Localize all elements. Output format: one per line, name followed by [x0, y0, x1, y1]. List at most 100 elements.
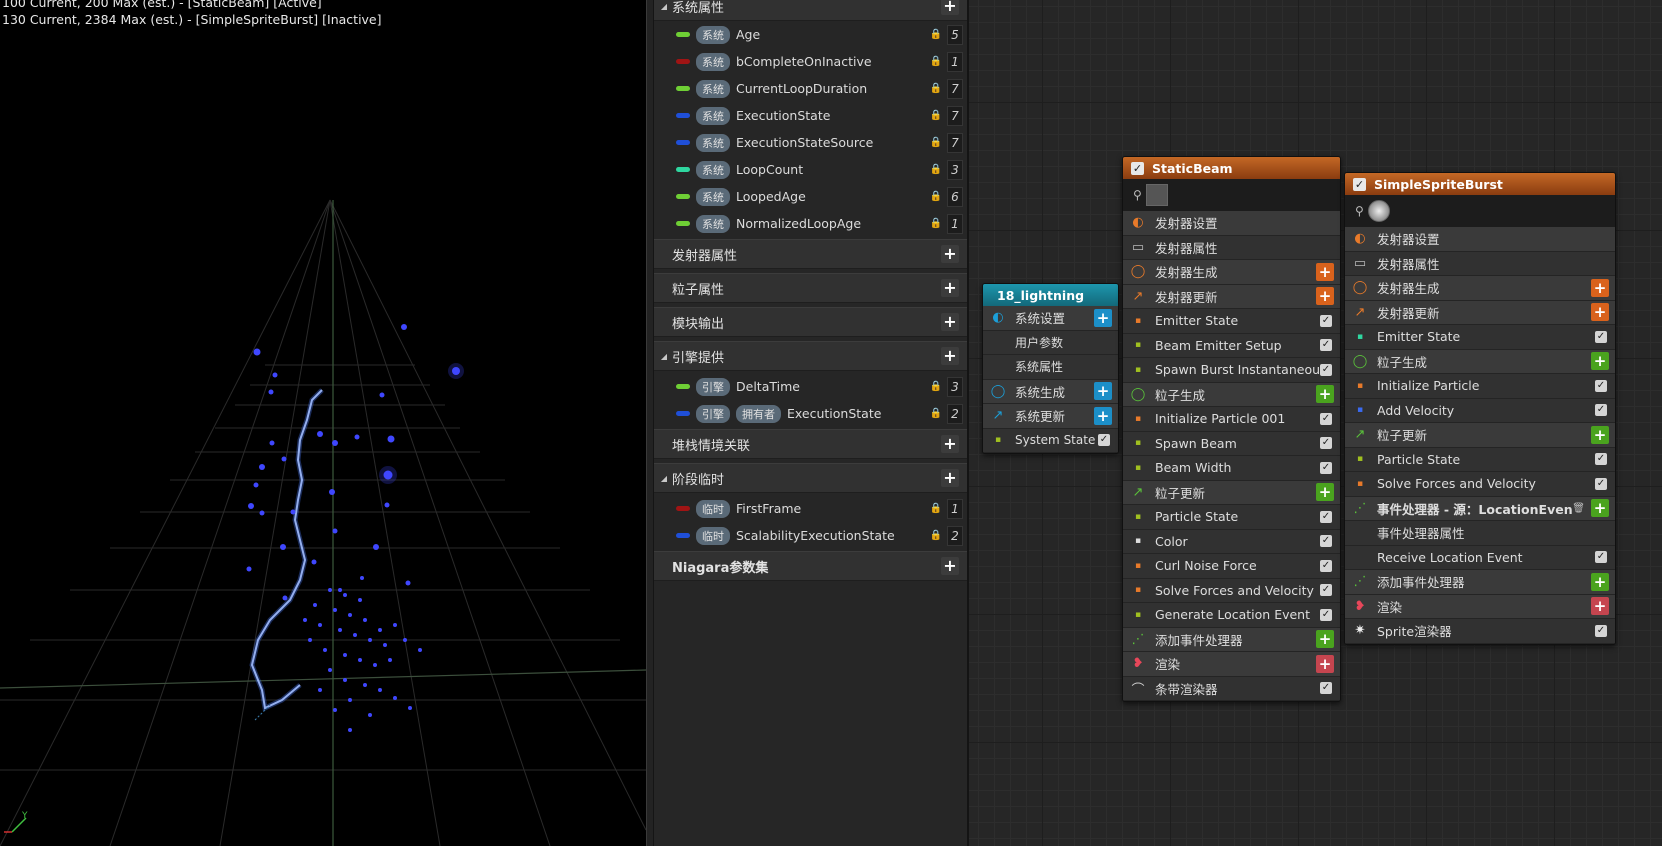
- enable-checkbox[interactable]: ✓: [1320, 535, 1332, 548]
- module-color[interactable]: ▪ Color ✓: [1123, 529, 1340, 554]
- system-settings-row[interactable]: ◐ 系统设置 +: [983, 306, 1118, 331]
- delete-icon[interactable]: 🗑: [1572, 503, 1585, 514]
- add-module-button[interactable]: +: [1094, 382, 1112, 401]
- param-row[interactable]: 临时 ScalabilityExecutionState 🔒 2: [654, 522, 967, 549]
- add-event-handler-row[interactable]: ⋰ 添加事件处理器 +: [1345, 570, 1615, 595]
- module-particle-state[interactable]: ▪ Particle State ✓: [1123, 505, 1340, 530]
- renderer-sprite[interactable]: ✷ Sprite渲染器 ✓: [1345, 619, 1615, 644]
- event-handler-props-row[interactable]: 事件处理器属性: [1345, 521, 1615, 546]
- add-param-button[interactable]: +: [941, 0, 959, 15]
- enable-checkbox[interactable]: ✓: [1320, 437, 1332, 450]
- add-module-button[interactable]: +: [1094, 406, 1112, 425]
- module-solve-forces[interactable]: ▪ Solve Forces and Velocity ✓: [1123, 578, 1340, 603]
- emitter-spawn-row[interactable]: ◯ 发射器生成 +: [1345, 276, 1615, 301]
- param-row[interactable]: 系统 bCompleteOnInactive 🔒 1: [654, 48, 967, 75]
- collapse-arrow-icon[interactable]: ◢: [656, 2, 672, 11]
- param-row[interactable]: 系统 ExecutionState 🔒 7: [654, 102, 967, 129]
- module-add-velocity[interactable]: ▪ Add Velocity ✓: [1345, 398, 1615, 423]
- add-event-handler-row[interactable]: ⋰ 添加事件处理器 +: [1123, 627, 1340, 652]
- emitter-props-row[interactable]: ▭ 发射器属性: [1123, 235, 1340, 260]
- emitter-enable-checkbox[interactable]: ✓: [1353, 177, 1366, 191]
- param-row[interactable]: 系统 LoopedAge 🔒 6: [654, 183, 967, 210]
- enable-checkbox[interactable]: ✓: [1595, 477, 1607, 490]
- enable-checkbox[interactable]: ✓: [1595, 330, 1607, 343]
- collapse-arrow-icon[interactable]: ◢: [656, 352, 672, 361]
- param-row[interactable]: 系统 NormalizedLoopAge 🔒 1: [654, 210, 967, 237]
- enable-checkbox[interactable]: ✓: [1595, 453, 1607, 466]
- add-module-button[interactable]: +: [1591, 352, 1609, 371]
- category-transient[interactable]: ◢ 阶段临时 +: [654, 463, 967, 493]
- param-row[interactable]: 系统 CurrentLoopDuration 🔒 7: [654, 75, 967, 102]
- emitter-props-row[interactable]: ▭ 发射器属性: [1345, 251, 1615, 276]
- enable-checkbox[interactable]: ✓: [1320, 608, 1332, 621]
- emitter-update-row[interactable]: ↗ 发射器更新 +: [1345, 300, 1615, 325]
- event-handler-location-row[interactable]: ⋰ 事件处理器 - 源：LocationEvent 🗑 +: [1345, 496, 1615, 521]
- module-solve-forces[interactable]: ▪ Solve Forces and Velocity ✓: [1345, 472, 1615, 497]
- param-row[interactable]: 系统 Age 🔒 5: [654, 21, 967, 48]
- particle-update-row[interactable]: ↗ 粒子更新 +: [1345, 423, 1615, 448]
- emitter-enable-checkbox[interactable]: ✓: [1131, 161, 1144, 175]
- enable-checkbox[interactable]: ✓: [1320, 559, 1332, 572]
- enable-checkbox[interactable]: ✓: [1320, 682, 1332, 695]
- category-system-props[interactable]: ◢ 系统属性 +: [654, 0, 967, 21]
- module-spawn-burst[interactable]: ▪ Spawn Burst Instantaneous ✓: [1123, 358, 1340, 383]
- render-row[interactable]: ❥ 渲染 +: [1123, 652, 1340, 677]
- add-module-button[interactable]: +: [1316, 262, 1334, 281]
- enable-checkbox[interactable]: ✓: [1320, 339, 1332, 352]
- system-node[interactable]: 18_lightning ◐ 系统设置 + 用户参数 系统属性 ◯ 系统生成 +…: [982, 283, 1119, 454]
- add-param-button[interactable]: +: [941, 313, 959, 331]
- module-emitter-state[interactable]: ▪ Emitter State ✓: [1123, 309, 1340, 334]
- add-module-button[interactable]: +: [1316, 630, 1334, 649]
- enable-checkbox[interactable]: ✓: [1320, 363, 1332, 376]
- system-node-title[interactable]: 18_lightning: [983, 284, 1118, 306]
- enable-checkbox[interactable]: ✓: [1595, 624, 1607, 637]
- add-param-button[interactable]: +: [941, 347, 959, 365]
- add-module-button[interactable]: +: [1316, 385, 1334, 404]
- emitter-node-staticbeam[interactable]: ✓ StaticBeam ⚲ ◐ 发射器设置 ▭ 发射器属性 ◯ 发射器生成 + ↗ 发射器更新…: [1122, 156, 1341, 702]
- pin-icon[interactable]: ⚲: [1355, 204, 1364, 218]
- enable-checkbox[interactable]: ✓: [1320, 584, 1332, 597]
- enable-checkbox[interactable]: ✓: [1320, 412, 1332, 425]
- add-module-button[interactable]: +: [1591, 278, 1609, 297]
- category-stack-context[interactable]: 堆栈情境关联 +: [654, 429, 967, 459]
- module-system-state[interactable]: ▪ System State ✓: [983, 428, 1118, 453]
- module-spawn-beam[interactable]: ▪ Spawn Beam ✓: [1123, 431, 1340, 456]
- emitter-thumbnail[interactable]: [1367, 200, 1390, 222]
- system-update-row[interactable]: ↗ 系统更新 +: [983, 404, 1118, 429]
- system-props-row[interactable]: 系统属性: [983, 355, 1118, 380]
- module-initialize-particle[interactable]: ▪ Initialize Particle 001 ✓: [1123, 407, 1340, 432]
- emitter-update-row[interactable]: ↗ 发射器更新 +: [1123, 284, 1340, 309]
- add-param-button[interactable]: +: [941, 435, 959, 453]
- add-param-button[interactable]: +: [941, 279, 959, 297]
- param-row[interactable]: 引擎 DeltaTime 🔒 3: [654, 373, 967, 400]
- category-emitter-props[interactable]: 发射器属性 +: [654, 239, 967, 269]
- panel-splitter[interactable]: [646, 0, 654, 846]
- emitter-settings-row[interactable]: ◐ 发射器设置: [1123, 211, 1340, 236]
- collapse-arrow-icon[interactable]: ◢: [656, 474, 672, 483]
- enable-checkbox[interactable]: ✓: [1320, 461, 1332, 474]
- render-row[interactable]: ❥ 渲染 +: [1345, 594, 1615, 619]
- add-module-button[interactable]: +: [1094, 308, 1112, 327]
- add-module-button[interactable]: +: [1591, 303, 1609, 322]
- preview-viewport[interactable]: 100 Current, 200 Max (est.) - [StaticBea…: [0, 0, 646, 846]
- add-module-button[interactable]: +: [1316, 287, 1334, 306]
- module-emitter-state[interactable]: ▪ Emitter State ✓: [1345, 325, 1615, 350]
- enable-checkbox[interactable]: ✓: [1320, 314, 1332, 327]
- module-beam-width[interactable]: ▪ Beam Width ✓: [1123, 456, 1340, 481]
- system-spawn-row[interactable]: ◯ 系统生成 +: [983, 379, 1118, 404]
- particle-update-row[interactable]: ↗ 粒子更新 +: [1123, 480, 1340, 505]
- category-niagara-collection[interactable]: Niagara参数集 +: [654, 551, 967, 581]
- module-receive-location-event[interactable]: Receive Location Event ✓: [1345, 545, 1615, 570]
- emitter-thumbnail[interactable]: [1145, 184, 1168, 206]
- add-module-button[interactable]: +: [1591, 597, 1609, 616]
- add-param-button[interactable]: +: [941, 245, 959, 263]
- emitter-settings-row[interactable]: ◐ 发射器设置: [1345, 227, 1615, 252]
- category-module-output[interactable]: 模块输出 +: [654, 307, 967, 337]
- enable-checkbox[interactable]: ✓: [1320, 510, 1332, 523]
- module-initialize-particle[interactable]: ▪ Initialize Particle ✓: [1345, 374, 1615, 399]
- add-param-button[interactable]: +: [941, 469, 959, 487]
- param-row[interactable]: 引擎 拥有者 ExecutionState 🔒 2: [654, 400, 967, 427]
- user-params-row[interactable]: 用户参数: [983, 330, 1118, 355]
- add-module-button[interactable]: +: [1591, 572, 1609, 591]
- particle-spawn-row[interactable]: ◯ 粒子生成 +: [1123, 382, 1340, 407]
